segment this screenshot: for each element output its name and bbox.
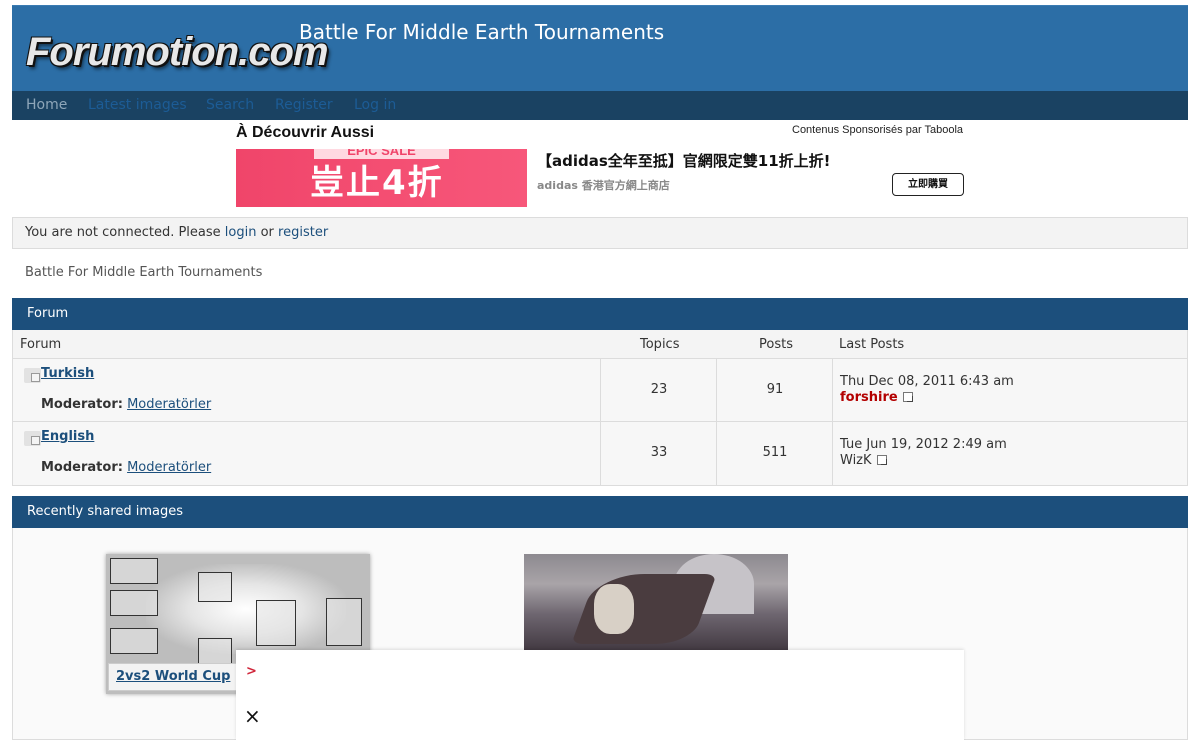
nav-latest-images-link[interactable]: Latest images	[88, 97, 187, 113]
posts-count: 511	[762, 445, 788, 460]
forum-block-title: Forum	[12, 298, 1188, 330]
forumotion-logo[interactable]: Forumotion.com	[26, 30, 329, 75]
moderator-label: Moderator:	[41, 460, 123, 475]
forum-table: Forum Topics Posts Last Posts Turkish Mo…	[12, 330, 1188, 486]
last-post-user-link[interactable]: WizK	[840, 453, 872, 468]
ad-image-tag: EPIC SALE	[314, 149, 449, 159]
topics-count: 33	[650, 445, 668, 460]
last-post-date: Tue Jun 19, 2012 2:49 am	[840, 437, 1007, 452]
nav-login-link[interactable]: Log in	[354, 97, 396, 113]
chevron-right-icon[interactable]: >	[246, 664, 257, 679]
sponsored-heading: À Découvrir Aussi	[236, 124, 375, 141]
site-title: Battle For Middle Earth Tournaments	[299, 20, 665, 44]
posts-count: 91	[766, 382, 784, 397]
nav-search-link[interactable]: Search	[206, 97, 254, 113]
moderator-link[interactable]: Moderatörler	[127, 460, 211, 475]
not-connected-bar: You are not connected. Please login or r…	[12, 217, 1188, 249]
goto-post-icon[interactable]	[876, 455, 887, 465]
last-post-user-link[interactable]: forshire	[840, 390, 898, 405]
last-post-date: Thu Dec 08, 2011 6:43 am	[840, 374, 1014, 389]
login-link[interactable]: login	[225, 225, 257, 240]
nav-home-link[interactable]: Home	[26, 97, 67, 113]
folder-icon	[24, 431, 41, 446]
close-icon[interactable]: ×	[244, 706, 261, 726]
ad-source: adidas 香港官方網上商店	[537, 179, 670, 192]
ad-title[interactable]: 【adidas全年至抵】官網限定雙11折上折!	[537, 150, 831, 171]
last-post-user: forshire	[840, 390, 913, 405]
col-topics: Topics	[640, 337, 680, 352]
navbar: Home Latest images Search Register Log i…	[12, 91, 1188, 120]
site-header: Forumotion.com Battle For Middle Earth T…	[12, 5, 1188, 91]
moderator-link[interactable]: Moderatörler	[127, 397, 211, 412]
forum-row-english: English Moderator: Moderatörler 33 511 T…	[13, 422, 1187, 485]
col-posts: Posts	[759, 337, 793, 352]
col-forum: Forum	[20, 337, 62, 352]
topics-count: 23	[650, 382, 668, 397]
ad-image-text: 豈止4折	[310, 163, 444, 203]
ad-cta-button[interactable]: 立即購買	[892, 173, 964, 196]
breadcrumb[interactable]: Battle For Middle Earth Tournaments	[25, 265, 262, 280]
moderator-line: Moderator: Moderatörler	[41, 460, 211, 475]
sponsored-by-label[interactable]: Contenus Sponsorisés par Taboola	[792, 124, 963, 136]
register-link[interactable]: register	[278, 225, 328, 240]
last-post-user: WizK	[840, 453, 887, 468]
moderator-line: Moderator: Moderatörler	[41, 397, 211, 412]
forum-link-turkish[interactable]: Turkish	[41, 366, 94, 381]
forum-column-headers: Forum Topics Posts Last Posts	[13, 330, 1187, 359]
nav-register-link[interactable]: Register	[275, 97, 333, 113]
goto-post-icon[interactable]	[902, 392, 913, 402]
ad-image[interactable]: EPIC SALE 豈止4折	[236, 149, 527, 207]
connect-middle: or	[256, 225, 279, 240]
col-last-posts: Last Posts	[839, 337, 905, 352]
moderator-label: Moderator:	[41, 397, 123, 412]
forum-link-english[interactable]: English	[41, 429, 94, 444]
folder-icon	[24, 368, 41, 383]
bottom-ad-overlay: > ×	[236, 650, 964, 740]
connect-prefix: You are not connected. Please	[25, 225, 225, 240]
forum-row-turkish: Turkish Moderator: Moderatörler 23 91 Th…	[13, 359, 1187, 422]
image-thumbnail-dragon-rider[interactable]	[524, 554, 788, 654]
recent-images-title: Recently shared images	[12, 496, 1188, 528]
